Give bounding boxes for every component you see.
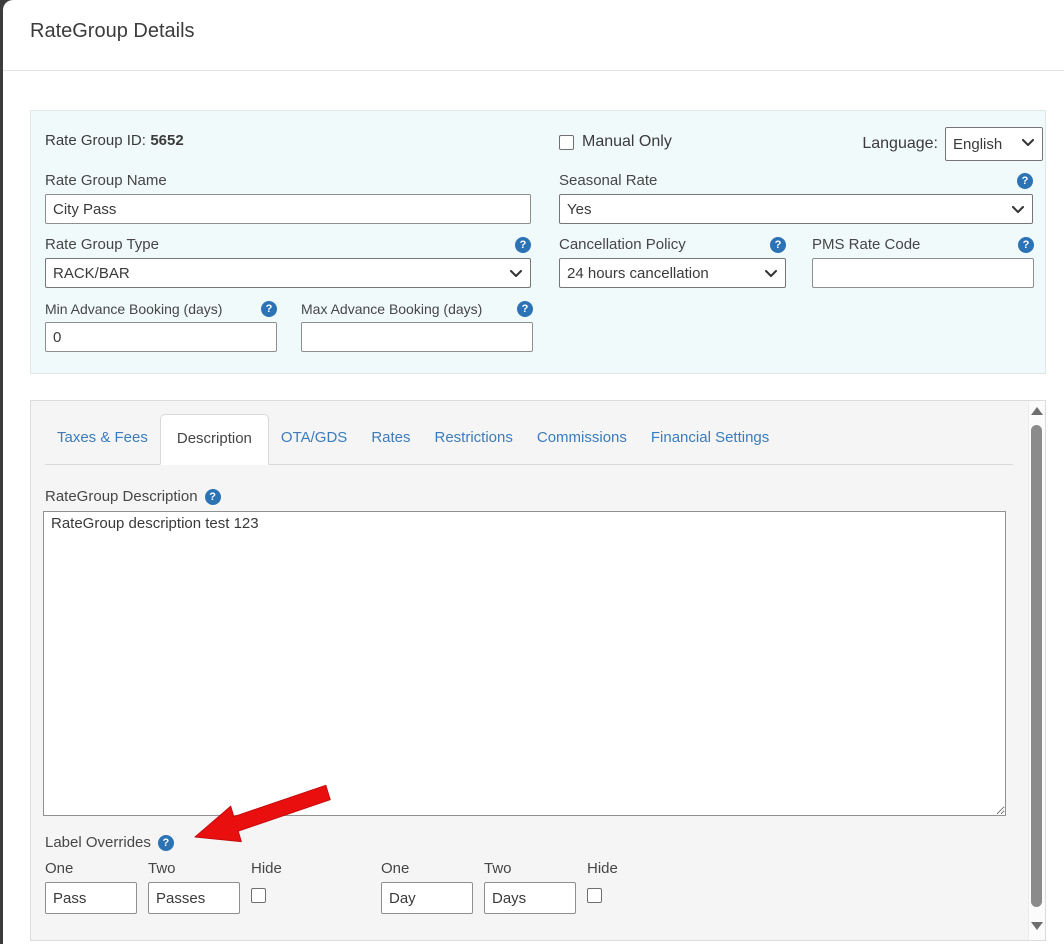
- rate-group-summary-panel: Rate Group ID: 5652 Manual Only Language…: [30, 110, 1046, 374]
- override-one-label: One: [45, 860, 137, 878]
- override-hide-checkbox[interactable]: [251, 888, 266, 903]
- override-hide-checkbox[interactable]: [587, 888, 602, 903]
- max-advance-booking-input[interactable]: [301, 322, 533, 352]
- label-overrides-row: Label Overrides: [45, 834, 174, 851]
- min-advance-booking-field: Min Advance Booking (days): [45, 299, 277, 352]
- override-two-input[interactable]: [148, 882, 240, 914]
- tab-restrictions[interactable]: Restrictions: [423, 414, 525, 464]
- language-field: Language: English: [862, 127, 1043, 161]
- pms-rate-code-field: PMS Rate Code: [812, 235, 1034, 288]
- seasonal-rate-field: Seasonal Rate Yes: [559, 171, 1033, 224]
- max-advance-booking-help-icon[interactable]: [517, 301, 533, 317]
- override-two-input[interactable]: [484, 882, 576, 914]
- rate-group-id-value: 5652: [150, 132, 183, 149]
- override-one-input[interactable]: [45, 882, 137, 914]
- rate-group-type-field: Rate Group Type RACK/BAR: [45, 235, 531, 288]
- rategroup-description-help-icon[interactable]: [205, 489, 221, 505]
- rate-group-name-field: Rate Group Name: [45, 171, 531, 224]
- seasonal-rate-select[interactable]: Yes: [559, 194, 1033, 224]
- max-advance-booking-field: Max Advance Booking (days): [301, 299, 533, 352]
- rate-group-type-select[interactable]: RACK/BAR: [45, 258, 531, 288]
- language-select[interactable]: English: [945, 127, 1043, 161]
- pms-rate-code-help-icon[interactable]: [1018, 237, 1034, 253]
- rate-group-name-input[interactable]: [45, 194, 531, 224]
- tab-financial-settings[interactable]: Financial Settings: [639, 414, 781, 464]
- manual-only-field: Manual Only: [559, 133, 672, 151]
- override-two-label: Two: [148, 860, 240, 878]
- max-advance-booking-label: Max Advance Booking (days): [301, 301, 482, 317]
- override-one-label: One: [381, 860, 473, 878]
- rate-group-id-label: Rate Group ID:: [45, 132, 146, 149]
- scroll-up-arrow-icon[interactable]: [1031, 407, 1043, 415]
- label-overrides-label: Label Overrides: [45, 834, 151, 851]
- min-advance-booking-label: Min Advance Booking (days): [45, 301, 222, 317]
- tab-bar: Taxes & Fees Description OTA/GDS Rates R…: [45, 414, 1013, 465]
- min-advance-booking-help-icon[interactable]: [261, 301, 277, 317]
- rate-group-name-label: Rate Group Name: [45, 172, 167, 189]
- rate-group-type-label: Rate Group Type: [45, 236, 159, 253]
- scrollbar-thumb[interactable]: [1031, 425, 1042, 907]
- tab-taxes-fees[interactable]: Taxes & Fees: [45, 414, 160, 464]
- min-advance-booking-input[interactable]: [45, 322, 277, 352]
- label-overrides-help-icon[interactable]: [158, 835, 174, 851]
- language-value: English: [953, 136, 1002, 153]
- rategroup-details-dialog: RateGroup Details Rate Group ID: 5652 Ma…: [3, 0, 1064, 944]
- label-override-group-pass: One Two Hide: [45, 860, 291, 914]
- override-one-input[interactable]: [381, 882, 473, 914]
- rategroup-description-label: RateGroup Description: [45, 488, 198, 505]
- page-title: RateGroup Details: [30, 20, 195, 43]
- rategroup-description-textarea[interactable]: RateGroup description test 123: [43, 511, 1006, 816]
- seasonal-rate-value: Yes: [567, 201, 591, 218]
- cancellation-policy-field: Cancellation Policy 24 hours cancellatio…: [559, 235, 786, 288]
- override-hide-label: Hide: [587, 860, 627, 878]
- tab-rates[interactable]: Rates: [359, 414, 422, 464]
- manual-only-checkbox[interactable]: [559, 135, 574, 150]
- cancellation-policy-select[interactable]: 24 hours cancellation: [559, 258, 786, 288]
- manual-only-label: Manual Only: [582, 133, 672, 151]
- cancellation-policy-label: Cancellation Policy: [559, 236, 686, 253]
- language-label: Language:: [862, 135, 938, 153]
- tab-ota-gds[interactable]: OTA/GDS: [269, 414, 359, 464]
- rategroup-description-label-row: RateGroup Description: [45, 488, 221, 505]
- pms-rate-code-label: PMS Rate Code: [812, 236, 920, 253]
- chevron-down-icon: [1012, 206, 1024, 214]
- chevron-down-icon: [510, 270, 522, 278]
- rate-group-type-help-icon[interactable]: [515, 237, 531, 253]
- title-divider: [3, 70, 1064, 71]
- rate-group-tabs-panel: Taxes & Fees Description OTA/GDS Rates R…: [30, 400, 1046, 941]
- override-two-label: Two: [484, 860, 576, 878]
- seasonal-rate-label: Seasonal Rate: [559, 172, 657, 189]
- vertical-scrollbar[interactable]: [1028, 401, 1045, 940]
- tab-commissions[interactable]: Commissions: [525, 414, 639, 464]
- pms-rate-code-input[interactable]: [812, 258, 1034, 288]
- override-hide-label: Hide: [251, 860, 291, 878]
- chevron-down-icon: [1022, 139, 1034, 147]
- cancellation-policy-help-icon[interactable]: [770, 237, 786, 253]
- chevron-down-icon: [765, 270, 777, 278]
- tab-description[interactable]: Description: [160, 414, 269, 465]
- rate-group-type-value: RACK/BAR: [53, 265, 130, 282]
- scroll-down-arrow-icon[interactable]: [1031, 922, 1043, 930]
- seasonal-rate-help-icon[interactable]: [1017, 173, 1033, 189]
- cancellation-policy-value: 24 hours cancellation: [567, 265, 709, 282]
- rate-group-id: Rate Group ID: 5652: [45, 132, 184, 150]
- label-override-group-day: One Two Hide: [381, 860, 627, 914]
